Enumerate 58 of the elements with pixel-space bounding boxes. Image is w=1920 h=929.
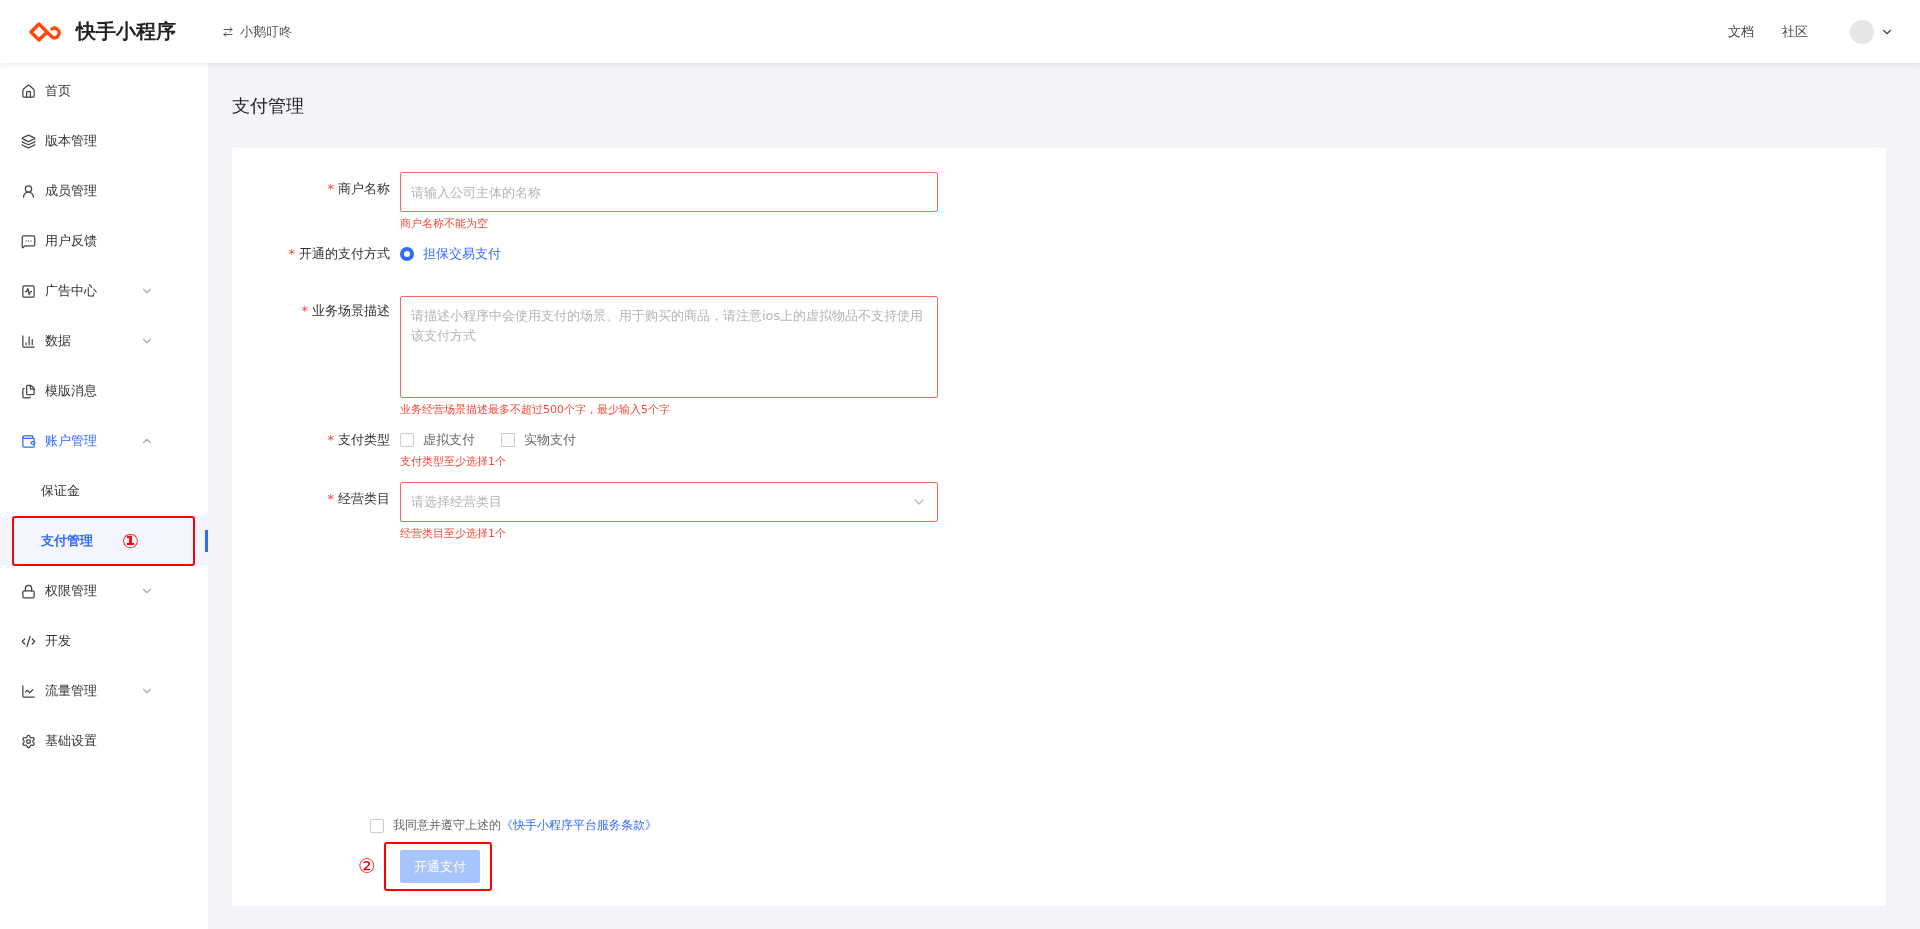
lock-icon	[21, 583, 36, 599]
avatar[interactable]	[1850, 19, 1874, 44]
error-message: 支付类型至少选择1个	[400, 454, 507, 470]
checkbox-label: 实物支付	[524, 431, 576, 449]
radio-button[interactable]	[400, 247, 414, 261]
sidebar-item[interactable]: 成员管理	[0, 166, 208, 216]
sidebar-item[interactable]: 版本管理	[0, 116, 208, 166]
field-label: * 开通的支付方式	[288, 245, 390, 263]
top-link[interactable]: 文档	[1728, 22, 1754, 41]
sidebar-item[interactable]: 用户反馈	[0, 216, 208, 266]
logo-icon	[28, 20, 62, 43]
code-icon	[21, 633, 36, 649]
active-indicator	[205, 530, 208, 552]
checkbox[interactable]	[501, 433, 515, 447]
annotation-number: ①	[122, 531, 139, 551]
error-message: 商户名称不能为空	[400, 216, 489, 232]
sidebar-subitem[interactable]: 支付管理 ①	[0, 516, 208, 566]
agreement-text: 我同意并遵守上述的《快手小程序平台服务条款》	[393, 817, 657, 834]
sidebar-item[interactable]: 广告中心	[0, 266, 208, 316]
bar-chart-icon	[21, 333, 36, 349]
chat-icon	[21, 233, 36, 249]
terms-link[interactable]: 《快手小程序平台服务条款》	[501, 818, 657, 832]
checkbox-label: 虚拟支付	[423, 431, 475, 449]
radio-label: 担保交易支付	[423, 245, 501, 263]
field-label: * 支付类型	[327, 431, 390, 449]
error-message: 经营类目至少选择1个	[400, 526, 507, 542]
field-label: * 业务场景描述	[301, 302, 390, 320]
page-title: 支付管理	[232, 93, 305, 118]
sidebar-item[interactable]: 账户管理	[0, 416, 208, 466]
sidebar-item[interactable]: 数据	[0, 316, 208, 366]
line-chart-icon	[21, 683, 36, 699]
wallet-icon	[21, 433, 36, 449]
field-label: * 商户名称	[327, 180, 390, 198]
layers-icon	[21, 133, 36, 149]
app-switcher[interactable]: 小鹅叮咚	[222, 22, 292, 41]
annotation-number: ②	[358, 854, 376, 878]
files-icon	[21, 383, 36, 399]
sidebar-item[interactable]: 流量管理	[0, 666, 208, 716]
switch-icon	[222, 25, 234, 38]
settings-icon	[21, 733, 36, 749]
brand-name: 快手小程序	[76, 18, 176, 45]
text-area[interactable]: 请描述小程序中会使用支付的场景、用于购买的商品，请注意ios上的虚拟物品不支持使用该支付方式	[400, 296, 938, 398]
checkbox[interactable]	[400, 433, 414, 447]
sidebar-item[interactable]: 首页	[0, 66, 208, 116]
field-label: * 经营类目	[327, 490, 390, 508]
checkbox[interactable]	[370, 818, 384, 833]
sidebar-item[interactable]: 模版消息	[0, 366, 208, 416]
select-placeholder: 请选择经营类目	[411, 493, 502, 511]
activity-icon	[21, 283, 36, 299]
sidebar-item[interactable]: 权限管理	[0, 566, 208, 616]
home-icon	[21, 83, 36, 99]
sidebar-subitem[interactable]: 保证金	[0, 466, 208, 516]
top-link[interactable]: 社区	[1782, 22, 1808, 41]
error-message: 业务经营场景描述最多不超过500个字，最少输入5个字	[400, 402, 671, 418]
sidebar-item[interactable]: 基础设置	[0, 716, 208, 766]
user-icon	[21, 183, 36, 199]
text-input[interactable]: 请输入公司主体的名称	[400, 172, 938, 212]
sidebar-item[interactable]: 开发	[0, 616, 208, 666]
